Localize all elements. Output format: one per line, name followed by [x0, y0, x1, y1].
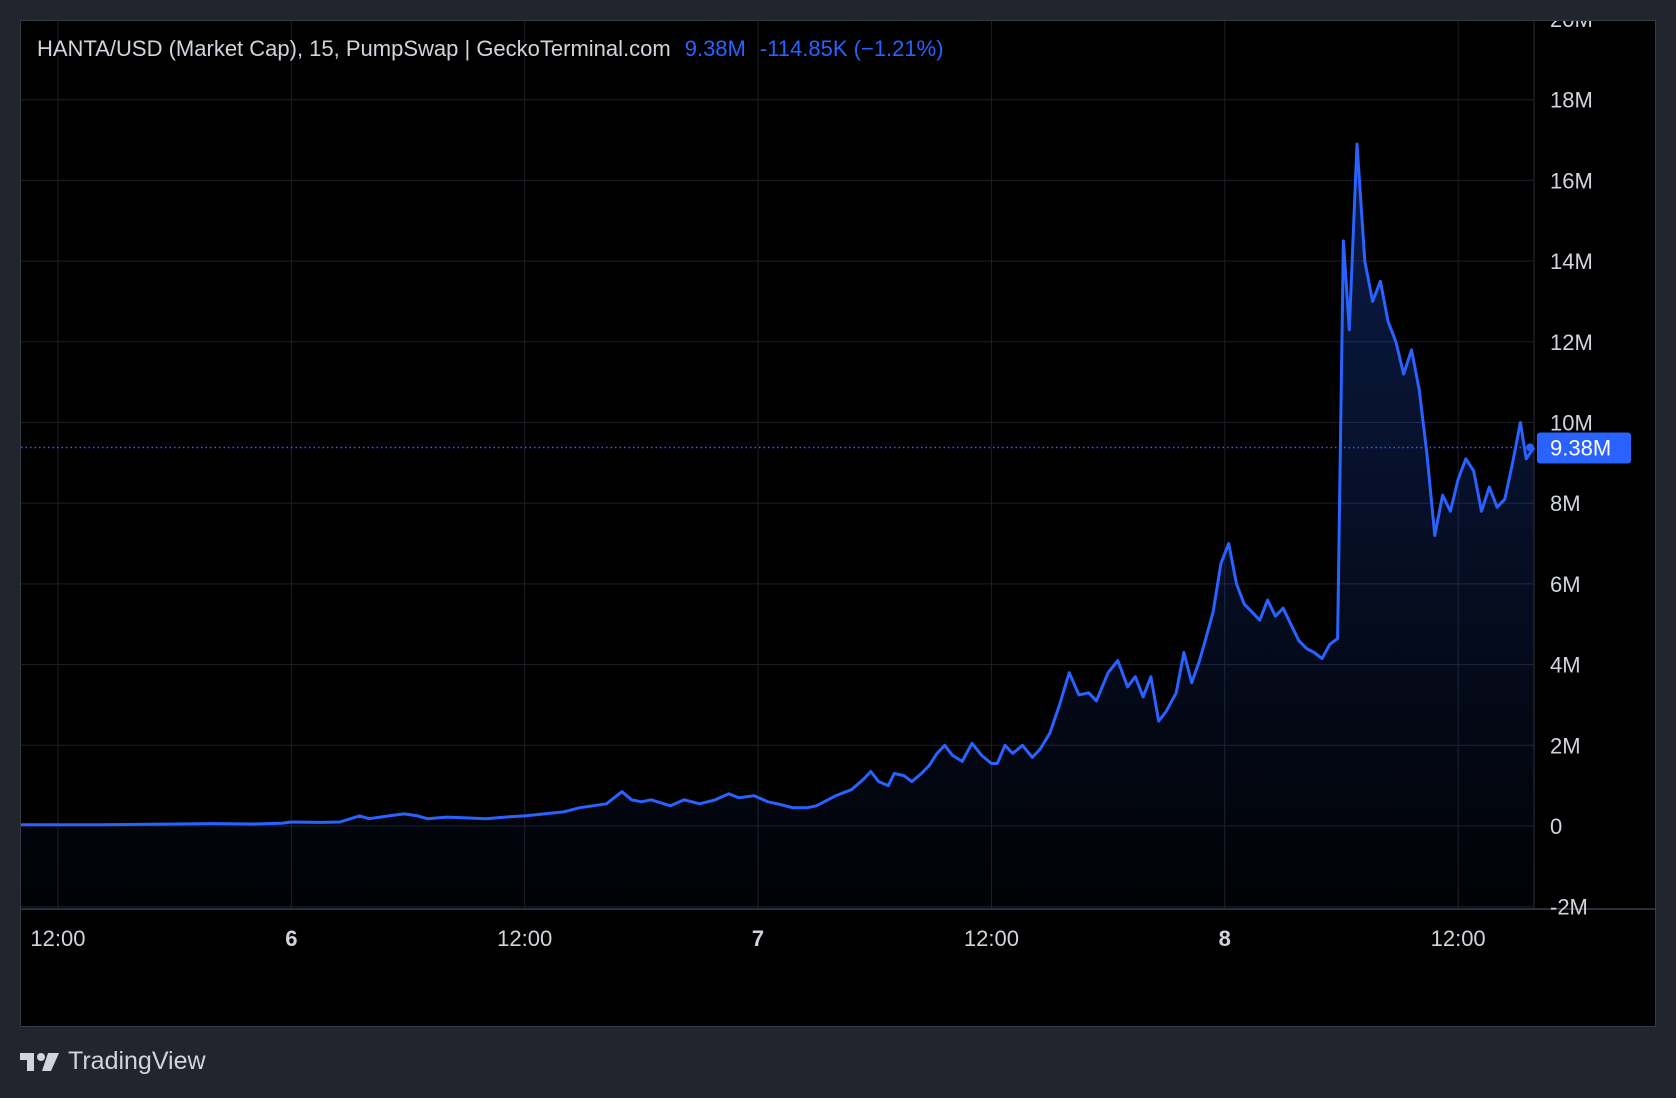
- x-tick-label: 7: [752, 926, 764, 951]
- brand-name: TradingView: [68, 1047, 206, 1075]
- y-tick-label: 2M: [1550, 733, 1581, 758]
- y-tick-label: 4M: [1550, 653, 1581, 678]
- y-tick-label: 14M: [1550, 249, 1593, 274]
- time-scale[interactable]: 12:00 6 12:00 7 12:00 8 12:00: [30, 926, 1485, 951]
- y-tick-label: 0: [1550, 814, 1562, 839]
- x-tick-label: 12:00: [1431, 926, 1486, 951]
- price-scale[interactable]: 20M 18M 16M 14M 12M 10M 8M 6M 4M 2M 0 -2M: [1550, 21, 1593, 920]
- last-point-dot: [1526, 443, 1534, 452]
- x-tick-label: 12:00: [964, 926, 1019, 951]
- tradingview-brand[interactable]: TradingView: [20, 1047, 206, 1076]
- x-tick-label: 6: [285, 926, 297, 951]
- chart-legend: HANTA/USD (Market Cap), 15, PumpSwap | G…: [37, 36, 944, 62]
- y-tick-label: 8M: [1550, 491, 1581, 516]
- area-fill: [21, 144, 1534, 910]
- y-tick-label: 16M: [1550, 168, 1593, 193]
- x-tick-label: 12:00: [497, 926, 552, 951]
- market-cap-chart[interactable]: 20M18M16M14M12M10M8M6M4M2M0-2M 12:00612:…: [21, 21, 1655, 1026]
- chart-frame[interactable]: 20M18M16M14M12M10M8M6M4M2M0-2M 12:00612:…: [20, 20, 1656, 1027]
- y-tick-label: 18M: [1550, 88, 1593, 113]
- legend-symbol: HANTA/USD (Market Cap), 15, PumpSwap | G…: [37, 36, 671, 61]
- y-tick-label: 10M: [1550, 411, 1593, 436]
- tradingview-logo-icon: [20, 1052, 59, 1071]
- y-tick-label: 20M: [1550, 21, 1593, 32]
- y-tick-label: 12M: [1550, 330, 1593, 355]
- x-tick-label: 12:00: [30, 926, 85, 951]
- legend-change: -114.85K (−1.21%): [759, 36, 944, 61]
- y-tick-label: 6M: [1550, 572, 1581, 597]
- area-fill-group: [21, 144, 1534, 910]
- x-tick-label: 8: [1219, 926, 1231, 951]
- legend-value: 9.38M: [684, 36, 746, 61]
- y-tick-label: -2M: [1550, 895, 1588, 920]
- current-price-label: 9.38M: [1550, 436, 1611, 461]
